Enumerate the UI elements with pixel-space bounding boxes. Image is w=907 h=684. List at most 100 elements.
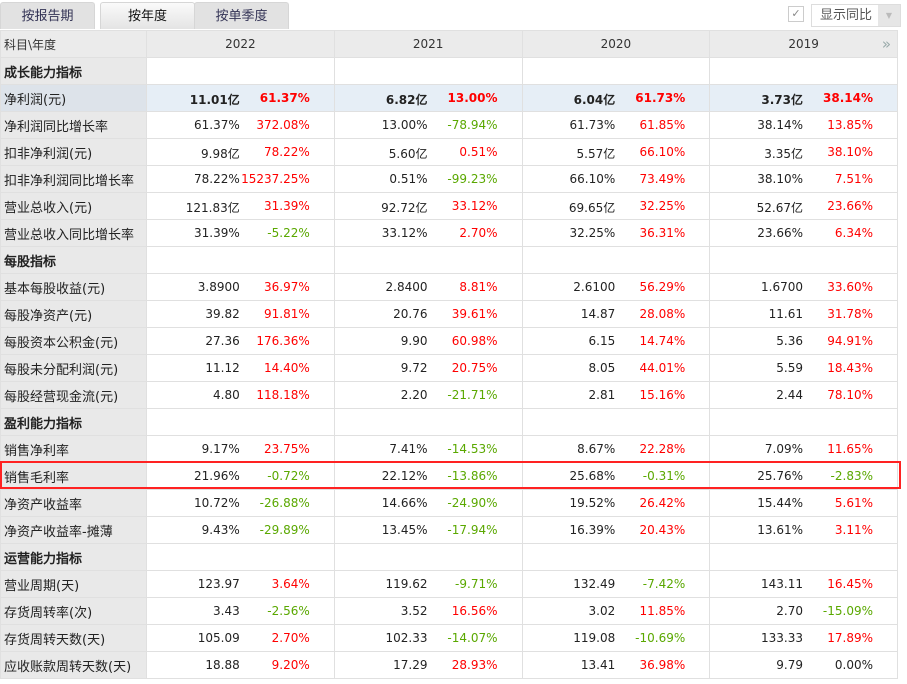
table-row: 扣非净利润同比增长率 78.22% 15237.25% 0.51% -99.23% 66.… — [0, 165, 898, 193]
value: 3.8900 — [197, 280, 240, 294]
value: 39.82 — [205, 307, 240, 321]
empty-cell — [709, 543, 898, 571]
value: 1.6700 — [761, 280, 803, 294]
yoy-change: -14.53% — [447, 442, 498, 456]
value-cell: 4.80 118.18% — [146, 381, 335, 409]
table-row: 净资产收益率 10.72% -26.88% 14.66% -24.90% 19.52% 26… — [0, 489, 898, 517]
value: 13.45% — [381, 523, 428, 537]
yoy-change: -0.72% — [267, 469, 310, 483]
value: 18.88 — [205, 658, 240, 672]
show-yoy-select[interactable]: 显示同比 ▼ — [811, 4, 901, 27]
yoy-change: 13.85% — [827, 118, 873, 132]
show-yoy-checkbox[interactable]: ✓ — [788, 6, 804, 22]
value: 0.51% — [389, 172, 428, 186]
value-cell: 2.44 78.10% — [709, 381, 898, 409]
yoy-change: 2.70% — [459, 226, 498, 240]
yoy-change: 20.43% — [639, 523, 686, 537]
value: 2.44 — [776, 388, 803, 402]
yoy-change: 0.00% — [834, 658, 873, 672]
yoy-change: 18.43% — [827, 361, 873, 375]
yoy-change: 23.66% — [827, 199, 873, 213]
yoy-change: 15.16% — [639, 388, 686, 402]
row-label: 营业总收入同比增长率 — [0, 219, 147, 247]
yoy-change: 38.10% — [827, 145, 873, 159]
yoy-change: 32.25% — [639, 199, 686, 213]
row-label: 存货周转率(次) — [0, 597, 147, 625]
value: 9.43% — [201, 523, 240, 537]
tab-by-report-period[interactable]: 按报告期 — [0, 2, 95, 29]
year-header: 2020 — [521, 30, 711, 58]
value: 119.62 — [385, 577, 428, 591]
yoy-change: -14.07% — [447, 631, 498, 645]
value: 2.8400 — [385, 280, 428, 294]
value-cell: 52.67亿 23.66% — [709, 192, 898, 220]
value-cell: 102.33 -14.07% — [333, 624, 523, 652]
double-chevron-right-icon[interactable]: » — [882, 35, 891, 53]
value-cell: 33.12% 2.70% — [333, 219, 523, 247]
yoy-change: 13.00% — [447, 91, 498, 105]
value: 19.52% — [569, 496, 616, 510]
value: 2.20 — [400, 388, 428, 402]
yoy-change: 0.51% — [459, 145, 498, 159]
section-row: 每股指标 — [0, 246, 898, 274]
value: 9.98亿 — [201, 147, 240, 161]
value-cell: 69.65亿 32.25% — [521, 192, 711, 220]
empty-cell — [521, 57, 711, 85]
yoy-change: 61.37% — [259, 91, 310, 105]
value: 61.73% — [569, 118, 616, 132]
yoy-change: 73.49% — [639, 172, 686, 186]
year-label: 2021 — [412, 37, 444, 51]
table-row: 营业周期(天) 123.97 3.64% 119.62 -9.71% 132.49 -7.4… — [0, 570, 898, 598]
row-label: 销售净利率 — [0, 435, 147, 463]
yoy-change: 3.64% — [271, 577, 310, 591]
yoy-change: 28.93% — [451, 658, 498, 672]
value: 8.05 — [588, 361, 616, 375]
row-label: 每股经营现金流(元) — [0, 381, 147, 409]
value-cell: 32.25% 36.31% — [521, 219, 711, 247]
value: 143.11 — [761, 577, 803, 591]
row-label: 营业总收入(元) — [0, 192, 147, 220]
yoy-change: 66.10% — [639, 145, 686, 159]
yoy-change: 7.51% — [834, 172, 873, 186]
value-cell: 61.73% 61.85% — [521, 111, 711, 139]
value-cell: 5.57亿 66.10% — [521, 138, 711, 166]
empty-cell — [521, 408, 711, 436]
value: 119.08 — [573, 631, 616, 645]
yoy-change: 33.12% — [451, 199, 498, 213]
table-header: 科目\年度 2022 2021 2020 2019 » — [0, 30, 898, 58]
yoy-change: 118.18% — [256, 388, 310, 402]
yoy-change: -15.09% — [822, 604, 873, 618]
yoy-change: 36.98% — [639, 658, 686, 672]
empty-cell — [521, 246, 711, 274]
value-cell: 25.68% -0.31% — [521, 462, 711, 490]
value-cell: 10.72% -26.88% — [146, 489, 335, 517]
yoy-change: -5.22% — [267, 226, 310, 240]
value-cell: 105.09 2.70% — [146, 624, 335, 652]
value: 6.15 — [588, 334, 616, 348]
row-label: 应收账款周转天数(天) — [0, 651, 147, 679]
value: 38.14% — [757, 118, 803, 132]
value: 32.25% — [569, 226, 616, 240]
value-cell: 9.17% 23.75% — [146, 435, 335, 463]
value: 13.61% — [757, 523, 803, 537]
row-label: 每股净资产(元) — [0, 300, 147, 328]
value: 9.72 — [400, 361, 428, 375]
value: 20.76 — [393, 307, 428, 321]
value: 25.76% — [757, 469, 803, 483]
value: 2.6100 — [573, 280, 616, 294]
yoy-change: -26.88% — [259, 496, 310, 510]
value-cell: 11.01亿 61.37% — [146, 84, 335, 112]
tab-by-year[interactable]: 按年度 — [100, 2, 195, 29]
row-label: 每股资本公积金(元) — [0, 327, 147, 355]
empty-cell — [146, 408, 335, 436]
value-cell: 13.00% -78.94% — [333, 111, 523, 139]
value: 66.10% — [569, 172, 616, 186]
value: 5.60亿 — [388, 147, 428, 161]
yoy-change: -24.90% — [447, 496, 498, 510]
value-cell: 2.20 -21.71% — [333, 381, 523, 409]
table-row: 扣非净利润(元) 9.98亿 78.22% 5.60亿 0.51% 5.57亿 66.10%… — [0, 138, 898, 166]
row-label: 净利润(元) — [0, 84, 147, 112]
value: 3.43 — [213, 604, 240, 618]
value: 5.57亿 — [576, 147, 616, 161]
tab-by-quarter[interactable]: 按单季度 — [194, 2, 289, 29]
